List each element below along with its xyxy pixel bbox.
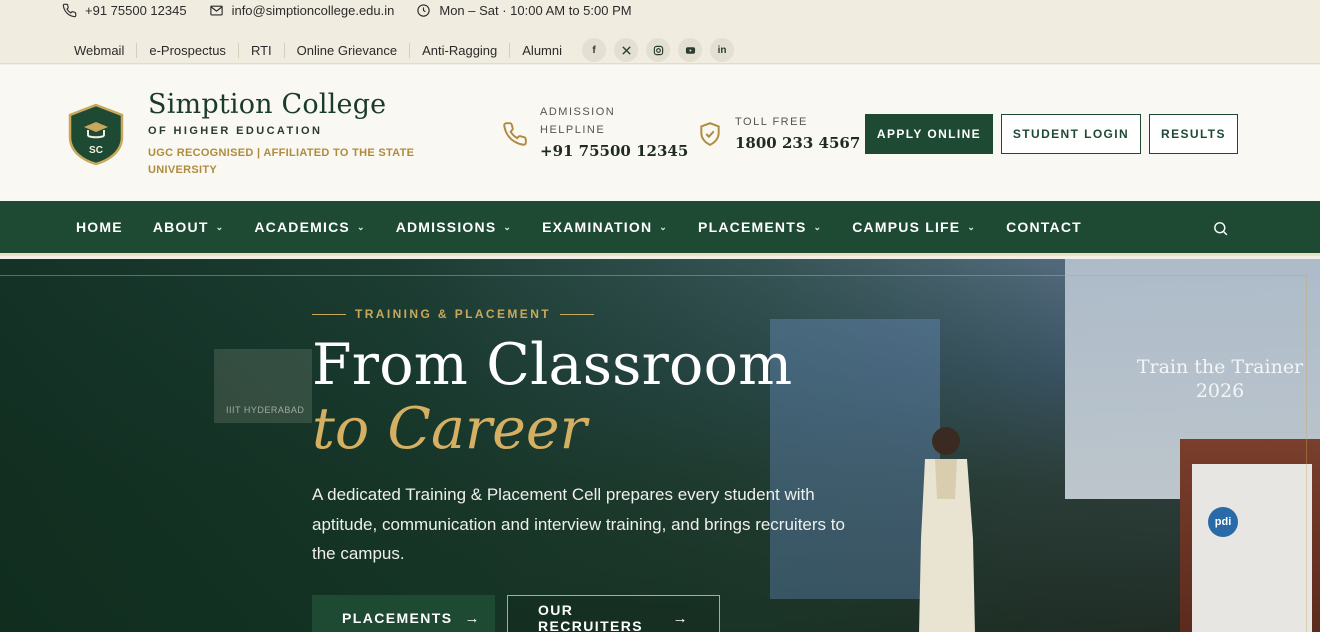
- link-e-prospectus[interactable]: e-Prospectus: [136, 42, 238, 58]
- instagram-icon[interactable]: [646, 38, 671, 62]
- chevron-down-icon: ⌄: [503, 221, 513, 232]
- wall-sign-text: IIIT HYDERABAD: [226, 405, 305, 415]
- nav-label: ACADEMICS: [254, 219, 350, 235]
- nav-label: EXAMINATION: [542, 219, 653, 235]
- quick-links-row: Webmail e-Prospectus RTI Online Grievanc…: [62, 38, 742, 62]
- apply-online-button[interactable]: APPLY ONLINE: [865, 114, 993, 154]
- helpline-label-line1: ADMISSION: [540, 106, 616, 118]
- tollfree-label: TOLL FREE: [735, 116, 808, 128]
- podium-logo: pdi: [1208, 507, 1238, 537]
- nav-item-campus-life[interactable]: CAMPUS LIFE ⌄: [852, 219, 976, 235]
- main-navigation: HOME ABOUT ⌄ ACADEMICS ⌄ ADMISSIONS ⌄ EXAMI…: [0, 201, 1320, 256]
- logo-initials: SC: [89, 145, 103, 156]
- shield-check-icon: [700, 122, 720, 146]
- facebook-icon[interactable]: f: [582, 38, 607, 62]
- hero-title: From Classroom: [312, 332, 793, 398]
- tollfree-number: 1800 233 4567: [735, 134, 861, 152]
- hero-title-accent: to Career: [312, 396, 587, 462]
- email-text: info@simptioncollege.edu.in: [231, 2, 395, 18]
- admission-helpline[interactable]: ADMISSION HELPLINE +91 75500 12345: [502, 103, 688, 160]
- nav-label: HOME: [76, 219, 123, 235]
- chevron-down-icon: ⌄: [215, 221, 225, 232]
- nav-label: ADMISSIONS: [395, 219, 497, 235]
- arrow-right-icon: →: [464, 609, 481, 627]
- hero-description: A dedicated Training & Placement Cell pr…: [312, 485, 845, 563]
- top-utility-bar: +91 75500 12345 info@simptioncollege.edu…: [0, 0, 1320, 64]
- eyebrow-text: TRAINING & PLACEMENT: [355, 307, 551, 321]
- mail-icon: [209, 5, 223, 15]
- nav-item-admissions[interactable]: ADMISSIONS ⌄: [396, 219, 512, 235]
- link-online-grievance[interactable]: Online Grievance: [283, 42, 409, 58]
- phone-text: +91 75500 12345: [85, 2, 187, 18]
- hours-text: Mon – Sat · 10:00 AM to 5:00 PM: [439, 2, 632, 18]
- nav-item-placements[interactable]: PLACEMENTS ⌄: [698, 219, 822, 235]
- college-tagline: UGC RECOGNISED | AFFILIATED TO THE STATE…: [148, 147, 415, 176]
- toll-free[interactable]: TOLL FREE 1800 233 4567: [697, 113, 860, 152]
- nav-label: ABOUT: [152, 219, 209, 235]
- search-icon[interactable]: [1212, 220, 1230, 238]
- placements-button[interactable]: PLACEMENTS →: [312, 595, 495, 632]
- contact-phone[interactable]: +91 75500 12345: [62, 3, 187, 18]
- nav-item-contact[interactable]: CONTACT: [1006, 219, 1082, 235]
- hero-photo-speaker: [919, 427, 975, 632]
- contact-hours: Mon – Sat · 10:00 AM to 5:00 PM: [416, 2, 632, 18]
- x-icon[interactable]: [614, 38, 639, 62]
- nav-item-examination[interactable]: EXAMINATION ⌄: [542, 219, 668, 235]
- tollfree-text: TOLL FREE 1800 233 4567: [735, 113, 860, 152]
- nav-item-home[interactable]: HOME: [76, 219, 123, 235]
- hero-eyebrow: TRAINING & PLACEMENT: [312, 307, 603, 321]
- link-webmail[interactable]: Webmail: [62, 43, 136, 58]
- helpline-text: ADMISSION HELPLINE +91 75500 12345: [540, 103, 688, 160]
- student-login-button[interactable]: STUDENT LOGIN: [1001, 114, 1141, 154]
- contact-info-row: +91 75500 12345 info@simptioncollege.edu…: [62, 0, 654, 20]
- contact-email[interactable]: info@simptioncollege.edu.in: [209, 2, 395, 18]
- nav-label: PLACEMENTS: [698, 219, 807, 235]
- recruiters-button-label: OUR RECRUITERS: [538, 602, 644, 632]
- nav-menu: HOME ABOUT ⌄ ACADEMICS ⌄ ADMISSIONS ⌄ EXAMI…: [76, 201, 1112, 253]
- hero-frame-line: [1306, 275, 1307, 632]
- hero-banner: IIIT HYDERABAD Train the Trainer 2026 pd…: [0, 259, 1320, 632]
- arrow-right-icon: →: [672, 609, 689, 627]
- hero-photo-podium-front: [1192, 464, 1312, 632]
- results-button[interactable]: RESULTS: [1149, 114, 1238, 154]
- phone-icon: [62, 3, 77, 17]
- nav-item-about[interactable]: ABOUT ⌄: [153, 219, 225, 235]
- eyebrow-dash: [560, 313, 594, 315]
- link-rti[interactable]: RTI: [237, 42, 284, 58]
- placements-button-label: PLACEMENTS: [342, 610, 453, 626]
- link-anti-ragging[interactable]: Anti-Ragging: [409, 42, 509, 58]
- helpline-label-line2: HELPLINE: [540, 124, 606, 136]
- youtube-icon[interactable]: [678, 38, 703, 62]
- chevron-down-icon: ⌄: [813, 221, 823, 232]
- college-name[interactable]: Simption College: [148, 89, 386, 120]
- hero-frame-line: [0, 275, 1306, 276]
- college-logo-icon[interactable]: SC: [67, 103, 125, 166]
- social-links: f in: [582, 38, 742, 62]
- nav-label: CAMPUS LIFE: [852, 219, 961, 235]
- site-header: SC Simption College OF HIGHER EDUCATION …: [0, 65, 1320, 201]
- chevron-down-icon: ⌄: [967, 221, 977, 232]
- projection-screen-title: Train the Trainer 2026: [1136, 356, 1304, 402]
- link-alumni[interactable]: Alumni: [509, 42, 574, 58]
- college-subtitle: OF HIGHER EDUCATION: [148, 125, 323, 137]
- nav-label: CONTACT: [1006, 219, 1082, 235]
- phone-icon: [503, 122, 527, 146]
- our-recruiters-button[interactable]: OUR RECRUITERS →: [507, 595, 720, 632]
- clock-icon: [417, 3, 431, 17]
- eyebrow-dash: [312, 313, 346, 315]
- nav-item-academics[interactable]: ACADEMICS ⌄: [254, 219, 365, 235]
- linkedin-icon[interactable]: in: [710, 38, 735, 62]
- chevron-down-icon: ⌄: [659, 221, 669, 232]
- helpline-number: +91 75500 12345: [540, 142, 689, 160]
- chevron-down-icon: ⌄: [356, 221, 366, 232]
